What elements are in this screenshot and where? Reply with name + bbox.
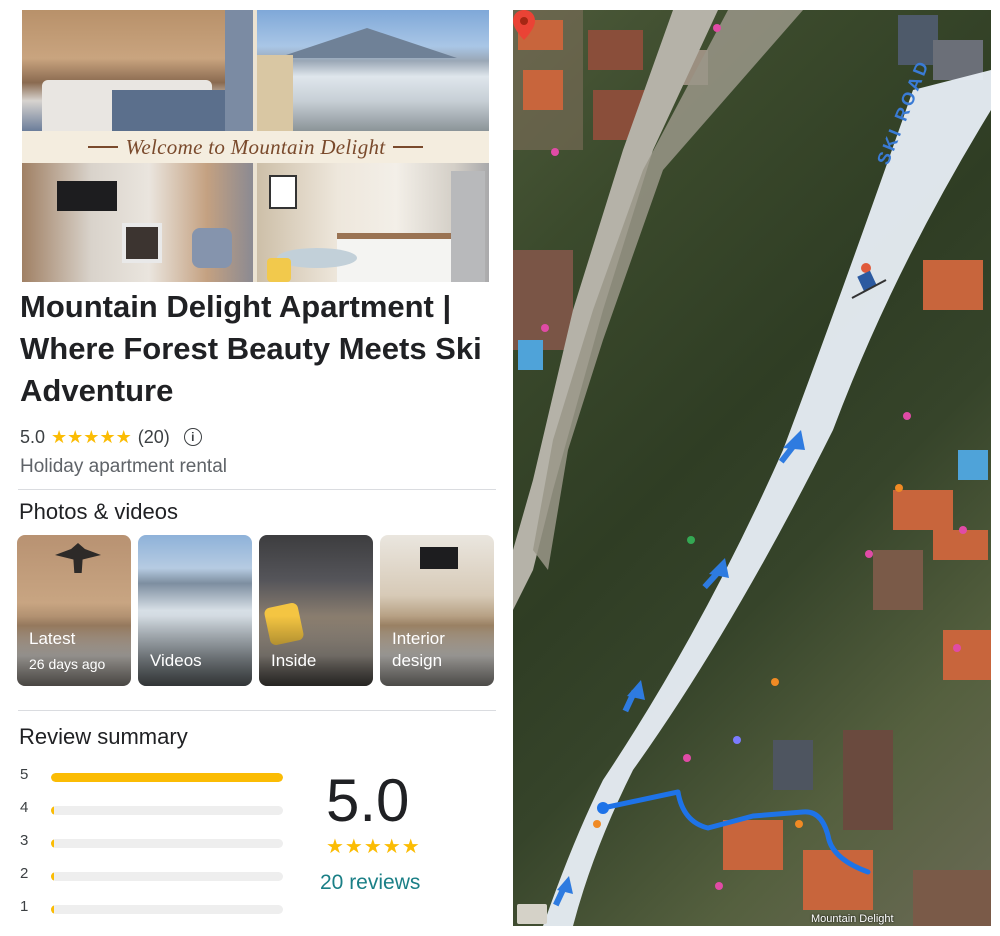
- rating-bar-row: 1: [20, 897, 290, 917]
- map-view[interactable]: SKI ROAD Mountain Delight: [513, 10, 991, 926]
- rating-bar-track: [51, 905, 283, 914]
- rating-bar-label: 5: [20, 766, 29, 783]
- hero-collage[interactable]: Welcome to Mountain Delight: [22, 10, 489, 282]
- photo-tile-videos[interactable]: Videos: [138, 535, 252, 686]
- overall-score: 5.0: [326, 767, 410, 834]
- review-summary-heading: Review summary: [19, 724, 188, 749]
- rating-bar-fill: [51, 905, 55, 914]
- rating-bar-label: 4: [20, 799, 29, 816]
- review-count-link[interactable]: (20): [138, 427, 170, 448]
- rating-bar-row: 2: [20, 864, 290, 884]
- photos-strip: Latest 26 days ago Videos Inside Interio…: [17, 535, 497, 687]
- living-room-photo: [22, 163, 253, 282]
- rating-bar-row: 4: [20, 798, 290, 818]
- photo-tile-inside[interactable]: Inside: [259, 535, 373, 686]
- divider: [18, 489, 496, 490]
- photo-tile-label: Interior design: [392, 629, 445, 670]
- rating-bar-track: [51, 839, 283, 848]
- eagle-decor: [55, 543, 101, 573]
- photo-tile-label: Videos: [150, 651, 202, 670]
- rating-bar-fill: [51, 872, 55, 881]
- rating-bar-fill: [51, 773, 283, 782]
- place-panel: Welcome to Mountain Delight Mountain Del…: [0, 0, 500, 936]
- welcome-banner: Welcome to Mountain Delight: [22, 131, 489, 163]
- overall-stars: ★★★★★: [326, 836, 421, 858]
- location-pin-icon[interactable]: [513, 10, 535, 40]
- rating-bar-track: [51, 806, 283, 815]
- place-category[interactable]: Holiday apartment rental: [20, 456, 227, 478]
- rating-bar-label: 1: [20, 898, 29, 915]
- rating-bar-row: 5: [20, 765, 290, 785]
- rating-bar-label: 3: [20, 832, 29, 849]
- welcome-banner-text: Welcome to Mountain Delight: [125, 134, 386, 159]
- rating-value: 5.0: [20, 426, 46, 447]
- bedroom-photo: [22, 10, 253, 131]
- rating-bar-label: 2: [20, 865, 29, 882]
- photo-tile-interior-design[interactable]: Interior design: [380, 535, 494, 686]
- divider: [18, 710, 496, 711]
- photo-tile-sub: 26 days ago: [29, 656, 106, 672]
- satellite-map: [513, 10, 991, 926]
- info-icon[interactable]: i: [183, 428, 202, 446]
- photo-tile-latest[interactable]: Latest 26 days ago: [17, 535, 131, 686]
- map-pin-label: Mountain Delight: [811, 913, 894, 925]
- rating-stars: ★★★★★: [51, 426, 132, 447]
- photo-tile-label: Latest: [29, 629, 76, 648]
- rating-bar-track: [51, 872, 283, 881]
- rating-bar-track: [51, 773, 283, 782]
- place-title: Mountain Delight Apartment | Where Fores…: [20, 289, 482, 408]
- rating-row: 5.0 ★★★★★ (20) i: [20, 426, 202, 448]
- photo-tile-label: Inside: [271, 651, 317, 670]
- kitchen-photo: [257, 163, 489, 282]
- mountain-view-photo: [257, 10, 489, 131]
- photos-heading: Photos & videos: [19, 499, 178, 524]
- rating-bar-row: 3: [20, 831, 290, 851]
- reviews-link[interactable]: 20 reviews: [320, 871, 420, 895]
- rating-bar-fill: [51, 839, 55, 848]
- rating-bar-fill: [51, 806, 55, 815]
